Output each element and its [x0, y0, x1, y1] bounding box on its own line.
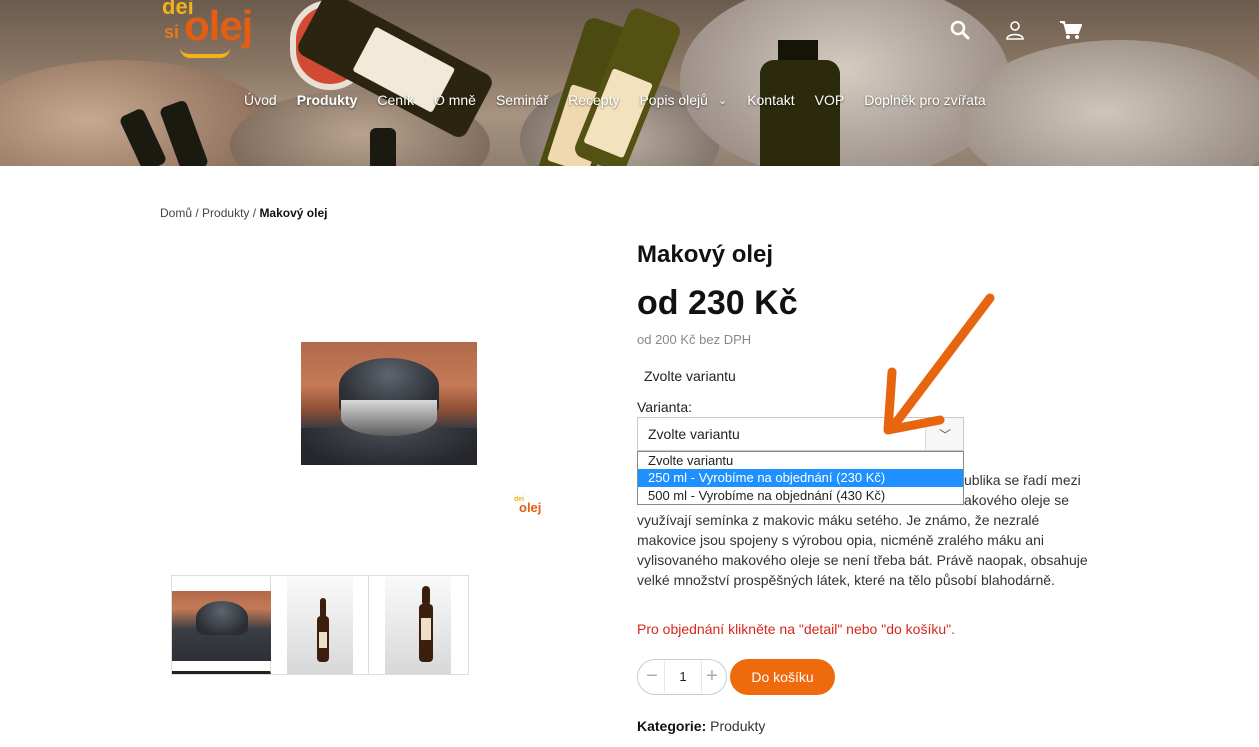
nav-item-seminar[interactable]: Seminář	[496, 92, 548, 108]
bottle-neck-decoration	[370, 128, 396, 166]
main-navigation: Úvod Produkty Ceník O mně Seminář Recept…	[244, 90, 1006, 110]
breadcrumb: Domů / Produkty / Makový olej	[160, 206, 327, 220]
thumbnail-3[interactable]	[369, 576, 469, 674]
breadcrumb-separator: /	[195, 206, 199, 220]
quantity-input[interactable]: 1	[664, 661, 702, 693]
add-to-cart-button[interactable]: Do košíku	[730, 659, 835, 695]
breadcrumb-section-link[interactable]: Produkty	[202, 206, 249, 220]
product-price: od 230 Kč	[637, 284, 798, 322]
choose-variant-text: Zvolte variantu	[644, 368, 736, 384]
watermark-logo: dei olej	[514, 496, 542, 516]
plus-icon[interactable]: +	[701, 665, 723, 688]
variant-option[interactable]: 500 ml - Vyrobíme na objednání (430 Kč)	[638, 487, 963, 504]
thumbnail-bottle	[419, 604, 434, 662]
breadcrumb-current: Makový olej	[259, 206, 328, 220]
product-thumbnails	[171, 575, 469, 675]
breadcrumb-separator: /	[252, 206, 257, 220]
thumbnail-bottle	[316, 616, 329, 662]
product-title: Makový olej	[637, 241, 774, 268]
minus-icon[interactable]: −	[641, 665, 663, 688]
nav-item-recepty[interactable]: Recepty	[568, 92, 619, 108]
product-price-net: od 200 Kč bez DPH	[637, 332, 752, 347]
bottle-decoration	[760, 60, 840, 166]
order-note: Pro objednání klikněte na "detail" nebo …	[637, 621, 955, 637]
product-main-image[interactable]	[301, 342, 477, 465]
image-bowl	[341, 400, 437, 436]
variant-dropdown-list: Zvolte variantu 250 ml - Vyrobíme na obj…	[637, 451, 964, 505]
quantity-stepper: − 1 +	[637, 659, 727, 695]
breadcrumb-home-link[interactable]: Domů	[160, 206, 192, 220]
search-icon[interactable]	[950, 20, 972, 42]
thumbnail-image	[172, 591, 271, 661]
nav-item-popis-oleju[interactable]: Popis olejů	[639, 92, 708, 108]
logo-text-main: olej	[184, 2, 253, 49]
user-icon[interactable]	[1005, 20, 1027, 42]
thumbnail-bottle-neck	[422, 586, 431, 606]
hero-header: dei si olej Úvod Produkty Ceník O mně Se…	[0, 0, 1259, 166]
category-link[interactable]: Produkty	[710, 718, 765, 734]
logo-text-small: si	[164, 22, 180, 42]
variant-select[interactable]: Zvolte variantu ﹀	[637, 417, 964, 451]
nav-item-vop[interactable]: VOP	[815, 92, 845, 108]
category-label: Kategorie:	[637, 718, 707, 734]
nav-item-cenik[interactable]: Ceník	[377, 92, 414, 108]
product-category: Kategorie: Produkty	[637, 718, 765, 734]
variant-select-value: Zvolte variantu	[648, 426, 740, 442]
select-arrow[interactable]: ﹀	[925, 418, 963, 450]
thumbnail-image	[385, 576, 452, 674]
logo-smile-decoration	[180, 48, 230, 58]
variant-label: Varianta:	[637, 399, 692, 415]
cart-icon[interactable]	[1060, 20, 1083, 42]
nav-item-produkty[interactable]: Produkty	[297, 92, 358, 108]
variant-option[interactable]: Zvolte variantu	[638, 452, 963, 469]
nav-item-o-mne[interactable]: O mně	[434, 92, 476, 108]
description-text: využívají semínka z makovic máku setého.…	[637, 512, 1088, 588]
nav-item-doplnek-pro-zvirata[interactable]: Doplněk pro zvířata	[864, 92, 985, 108]
chevron-down-icon: ﹀	[939, 428, 952, 442]
thumbnail-1[interactable]	[172, 576, 271, 674]
chevron-down-icon[interactable]: ⌄	[718, 94, 727, 107]
watermark-logo-main: olej	[519, 500, 542, 515]
variant-option-highlighted[interactable]: 250 ml - Vyrobíme na objednání (230 Kč)	[638, 469, 963, 487]
nav-item-kontakt[interactable]: Kontakt	[747, 92, 794, 108]
nav-item-uvod[interactable]: Úvod	[244, 92, 277, 108]
site-logo[interactable]: dei si olej	[160, 0, 253, 64]
thumbnail-2[interactable]	[270, 576, 370, 674]
thumbnail-bottle-neck	[319, 598, 326, 618]
